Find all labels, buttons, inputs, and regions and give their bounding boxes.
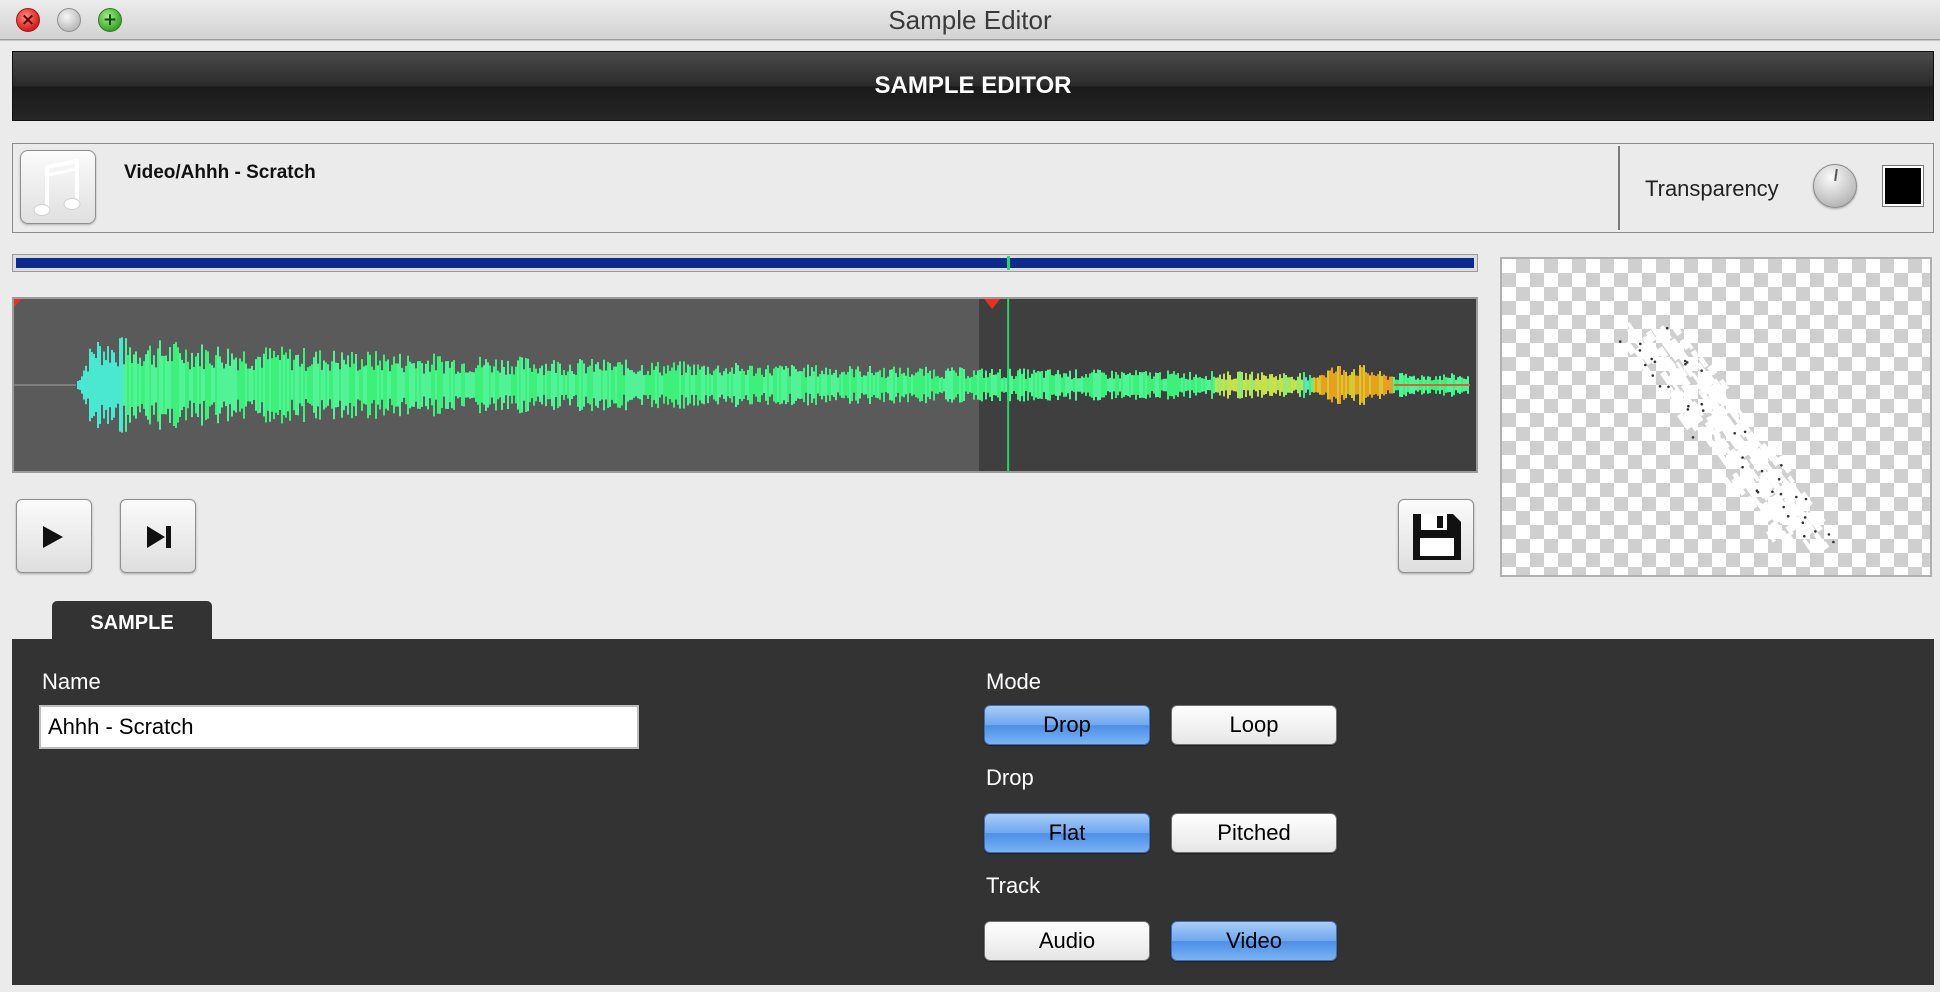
drop-flat-button[interactable]: Flat	[984, 813, 1150, 853]
mode-label: Mode	[986, 669, 1042, 694]
position-scrubber[interactable]	[12, 254, 1478, 272]
sample-settings-panel: Name Mode Drop Loop Drop Flat Pitched Tr…	[12, 639, 1934, 985]
mode-loop-button[interactable]: Loop	[1171, 705, 1337, 745]
scrubber-playhead[interactable]	[1007, 256, 1011, 270]
editor-content: SAMPLE EDITOR Video/Ahhh - Scratch Trans…	[0, 41, 1940, 992]
save-button[interactable]	[1398, 499, 1474, 573]
sample-path: Video/Ahhh - Scratch	[124, 162, 316, 183]
video-preview	[1500, 257, 1932, 577]
name-label: Name	[42, 669, 101, 694]
drop-pitched-button[interactable]: Pitched	[1171, 813, 1337, 853]
track-label: Track	[986, 873, 1041, 898]
music-note-icon	[33, 159, 81, 216]
name-input[interactable]	[39, 705, 639, 749]
waveform-graphic	[14, 299, 1470, 471]
scrubber-track	[16, 258, 1474, 268]
skip-to-end-icon	[147, 526, 171, 548]
knob-indicator	[1834, 168, 1838, 182]
selection-end-marker	[984, 299, 1001, 309]
track-video-button[interactable]: Video	[1171, 921, 1337, 961]
window-title: Sample Editor	[888, 5, 1052, 35]
drop-label: Drop	[986, 765, 1034, 790]
divider	[1618, 146, 1620, 230]
transparency-label: Transparency	[1645, 176, 1779, 201]
sample-icon-button[interactable]	[20, 150, 96, 224]
floppy-disk-save-icon	[1413, 514, 1461, 560]
play-icon	[43, 526, 63, 548]
play-button[interactable]	[16, 499, 92, 573]
header-bar: SAMPLE EDITOR	[12, 51, 1934, 121]
waveform-view[interactable]	[12, 297, 1478, 473]
track-audio-button[interactable]: Audio	[984, 921, 1150, 961]
title-bar: × + Sample Editor	[0, 0, 1940, 40]
skip-to-end-button[interactable]	[120, 499, 196, 573]
start-marker	[14, 299, 22, 307]
mode-drop-button[interactable]: Drop	[984, 705, 1150, 745]
sample-info-panel: Video/Ahhh - Scratch Transparency	[12, 143, 1934, 233]
page-title: SAMPLE EDITOR	[874, 72, 1072, 99]
transparency-color-swatch[interactable]	[1882, 165, 1924, 207]
preview-image	[1618, 321, 1835, 552]
transparency-knob[interactable]	[1813, 164, 1857, 208]
tab-sample[interactable]: SAMPLE	[52, 601, 212, 643]
